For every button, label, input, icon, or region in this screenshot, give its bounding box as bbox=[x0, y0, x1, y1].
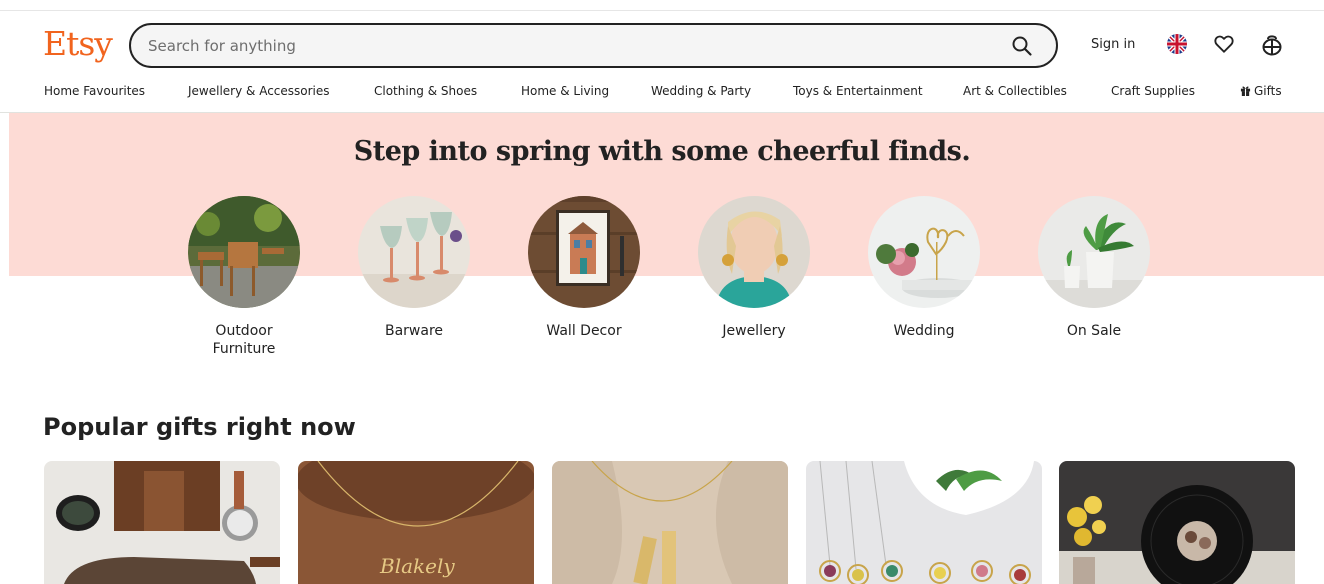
barware-image bbox=[358, 196, 470, 308]
jewellery-image bbox=[698, 196, 810, 308]
category-nav: Home Favourites Jewellery & Accessories … bbox=[0, 84, 1324, 104]
nav-item-art-collectibles[interactable]: Art & Collectibles bbox=[963, 84, 1067, 98]
category-label-wedding: Wedding bbox=[893, 323, 955, 339]
category-circle-jewellery[interactable]: Jewellery bbox=[684, 196, 824, 340]
nav-item-craft-supplies[interactable]: Craft Supplies bbox=[1111, 84, 1195, 98]
etsy-logo[interactable]: Etsy bbox=[43, 24, 113, 63]
nav-item-gifts[interactable]: Gifts bbox=[1240, 84, 1282, 99]
category-label-on-sale: On Sale bbox=[1066, 323, 1122, 339]
top-divider bbox=[0, 10, 1324, 11]
nav-item-clothing-shoes[interactable]: Clothing & Shoes bbox=[374, 84, 477, 98]
nav-item-toys-entertainment[interactable]: Toys & Entertainment bbox=[793, 84, 923, 98]
sign-in-link[interactable]: Sign in bbox=[1091, 37, 1135, 52]
product-card-2[interactable]: Blakely bbox=[298, 461, 534, 584]
search-icon[interactable] bbox=[1010, 34, 1034, 58]
category-circle-outdoor-furniture[interactable]: Outdoor Furniture bbox=[174, 196, 314, 358]
heart-icon[interactable] bbox=[1213, 33, 1235, 55]
category-label-barware: Barware bbox=[384, 323, 444, 339]
nav-item-home-living[interactable]: Home & Living bbox=[521, 84, 609, 98]
category-circle-on-sale[interactable]: On Sale bbox=[1024, 196, 1164, 340]
section-title: Popular gifts right now bbox=[43, 413, 356, 441]
search-input[interactable] bbox=[148, 36, 988, 55]
shopping-bag-icon[interactable] bbox=[1261, 32, 1283, 56]
hero-title: Step into spring with some cheerful find… bbox=[353, 136, 971, 167]
nav-item-jewellery-accessories[interactable]: Jewellery & Accessories bbox=[188, 84, 330, 98]
search-bar[interactable] bbox=[129, 23, 1058, 68]
category-circle-barware[interactable]: Barware bbox=[344, 196, 484, 340]
category-circle-wedding[interactable]: Wedding bbox=[854, 196, 994, 340]
product-card-3[interactable] bbox=[552, 461, 788, 584]
wedding-image bbox=[868, 196, 980, 308]
product-card-1[interactable] bbox=[44, 461, 280, 584]
product-card-4[interactable] bbox=[806, 461, 1042, 584]
on-sale-image bbox=[1038, 196, 1150, 308]
category-label-jewellery: Jewellery bbox=[722, 323, 786, 339]
product-card-5[interactable] bbox=[1059, 461, 1295, 584]
nav-item-wedding-party[interactable]: Wedding & Party bbox=[651, 84, 751, 98]
gift-icon bbox=[1240, 85, 1251, 99]
wall-decor-image bbox=[528, 196, 640, 308]
category-label-outdoor-furniture: Outdoor Furniture bbox=[212, 323, 276, 357]
nav-item-home-favourites[interactable]: Home Favourites bbox=[44, 84, 145, 98]
outdoor-furniture-image bbox=[188, 196, 300, 308]
nav-gifts-label: Gifts bbox=[1254, 84, 1282, 98]
uk-flag-icon[interactable] bbox=[1167, 34, 1187, 54]
svg-text:Blakely: Blakely bbox=[379, 554, 455, 578]
category-circle-wall-decor[interactable]: Wall Decor bbox=[514, 196, 654, 340]
category-label-wall-decor: Wall Decor bbox=[546, 323, 622, 339]
